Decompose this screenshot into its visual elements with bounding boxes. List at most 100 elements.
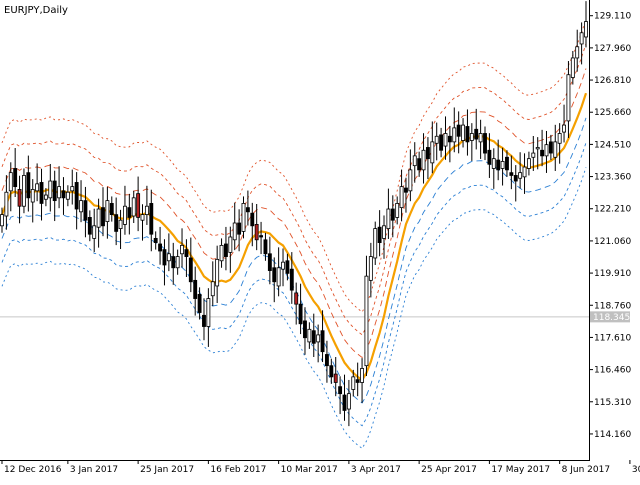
x-tick-label: 30 Jun 2017	[632, 465, 640, 475]
candle-body	[456, 124, 461, 137]
candle-body	[575, 46, 580, 59]
x-tick-label: 3 Apr 2017	[351, 465, 401, 475]
candle-body	[487, 149, 492, 165]
candle-body	[540, 149, 545, 157]
candle-body	[171, 256, 176, 269]
candle-body	[118, 219, 123, 230]
candle-body	[474, 128, 479, 140]
candle-body	[228, 236, 233, 253]
y-tick-label: 118.760	[594, 301, 631, 311]
candle-body	[193, 279, 198, 299]
candle-body	[35, 183, 40, 192]
candle-body	[197, 293, 202, 313]
candle-body	[241, 203, 246, 232]
x-tick-label: 8 Jun 2017	[562, 465, 610, 475]
candle-body	[483, 133, 487, 154]
candle-body	[109, 203, 114, 216]
candle-body	[417, 158, 422, 171]
candle-body	[513, 175, 518, 182]
candle-body	[96, 208, 101, 228]
y-tick-label: 117.610	[594, 333, 631, 343]
candle-body	[496, 159, 501, 171]
x-tick-label: 12 Dec 2016	[4, 465, 62, 475]
candle-body	[92, 225, 97, 239]
candle-body	[298, 303, 303, 325]
candle-body	[30, 189, 35, 203]
candle-body	[8, 172, 13, 192]
y-tick-label: 116.460	[594, 366, 631, 376]
candle-body	[114, 214, 119, 232]
candle-body	[127, 207, 132, 218]
candle-body	[364, 275, 369, 367]
candle-body	[101, 207, 105, 227]
candle-body	[184, 249, 189, 257]
candle-body	[430, 141, 435, 164]
candle-body	[562, 124, 566, 133]
candle-body	[324, 354, 329, 367]
candle-body	[87, 217, 92, 235]
candle-body	[22, 175, 26, 207]
y-tick-label: 129.110	[594, 12, 631, 22]
x-tick-label: 25 Jan 2017	[140, 465, 194, 475]
candle-body	[355, 379, 360, 383]
candle-body	[61, 190, 66, 199]
candle-body	[39, 182, 44, 204]
candle-body	[285, 260, 290, 274]
candle-body	[360, 368, 364, 383]
chart-window[interactable]: 129.110 127.960 126.810 125.660 124.510 123.3…	[0, 0, 640, 480]
candle-body	[263, 239, 268, 255]
candle-body	[408, 169, 413, 192]
candle-body	[237, 222, 242, 235]
candle-body	[531, 152, 536, 158]
candle-body	[13, 168, 18, 188]
candle-body	[48, 180, 53, 199]
candle-body	[443, 133, 448, 147]
candle-body	[74, 182, 79, 210]
candle-body	[144, 205, 149, 216]
candle-body	[83, 200, 88, 221]
candle-body	[447, 135, 452, 143]
candle-body	[425, 147, 430, 160]
candle-body	[390, 208, 395, 221]
y-tick-label: 115.310	[594, 398, 631, 408]
candle-body	[404, 187, 408, 193]
candle-body	[307, 328, 312, 343]
candle-body	[303, 320, 307, 339]
candle-body	[52, 180, 57, 202]
candle-body	[153, 237, 158, 243]
candle-body	[267, 253, 272, 271]
candle-body	[522, 166, 527, 178]
candle-body	[399, 186, 404, 209]
candle-body	[452, 127, 457, 143]
y-tick-label: 121.060	[594, 237, 631, 247]
candle-body	[140, 214, 145, 221]
candle-body	[395, 203, 400, 218]
y-tick-label: 126.810	[594, 76, 631, 86]
x-tick-label: 3 Jan 2017	[70, 465, 118, 475]
candle-body	[281, 261, 285, 270]
candle-body	[544, 144, 549, 157]
candle-body	[461, 124, 465, 141]
candle-body	[505, 156, 509, 171]
x-tick-label: 25 Apr 2017	[421, 465, 477, 475]
price-tag: 118.345	[590, 311, 630, 323]
candle-body	[206, 298, 211, 327]
candle-body	[373, 228, 378, 259]
candle-body	[17, 189, 22, 207]
candle-body	[70, 186, 75, 192]
y-tick-label: 127.960	[594, 44, 631, 54]
candle-body	[123, 205, 127, 225]
candle-body	[259, 235, 264, 238]
y-tick-label: 125.660	[594, 108, 631, 118]
candle-body	[0, 214, 4, 227]
symbol-label: EURJPY,Daily	[4, 5, 68, 16]
candle-body	[333, 373, 338, 383]
candle-body	[215, 258, 220, 287]
candle-body	[149, 203, 154, 235]
candle-body	[136, 193, 141, 218]
candle-body	[465, 126, 470, 143]
x-tick-label: 16 Feb 2017	[210, 465, 266, 475]
candle-body	[566, 74, 571, 122]
price-chart[interactable]: 129.110 127.960 126.810 125.660 124.510 123.3…	[0, 0, 640, 480]
y-tick-label: 124.510	[594, 140, 631, 150]
